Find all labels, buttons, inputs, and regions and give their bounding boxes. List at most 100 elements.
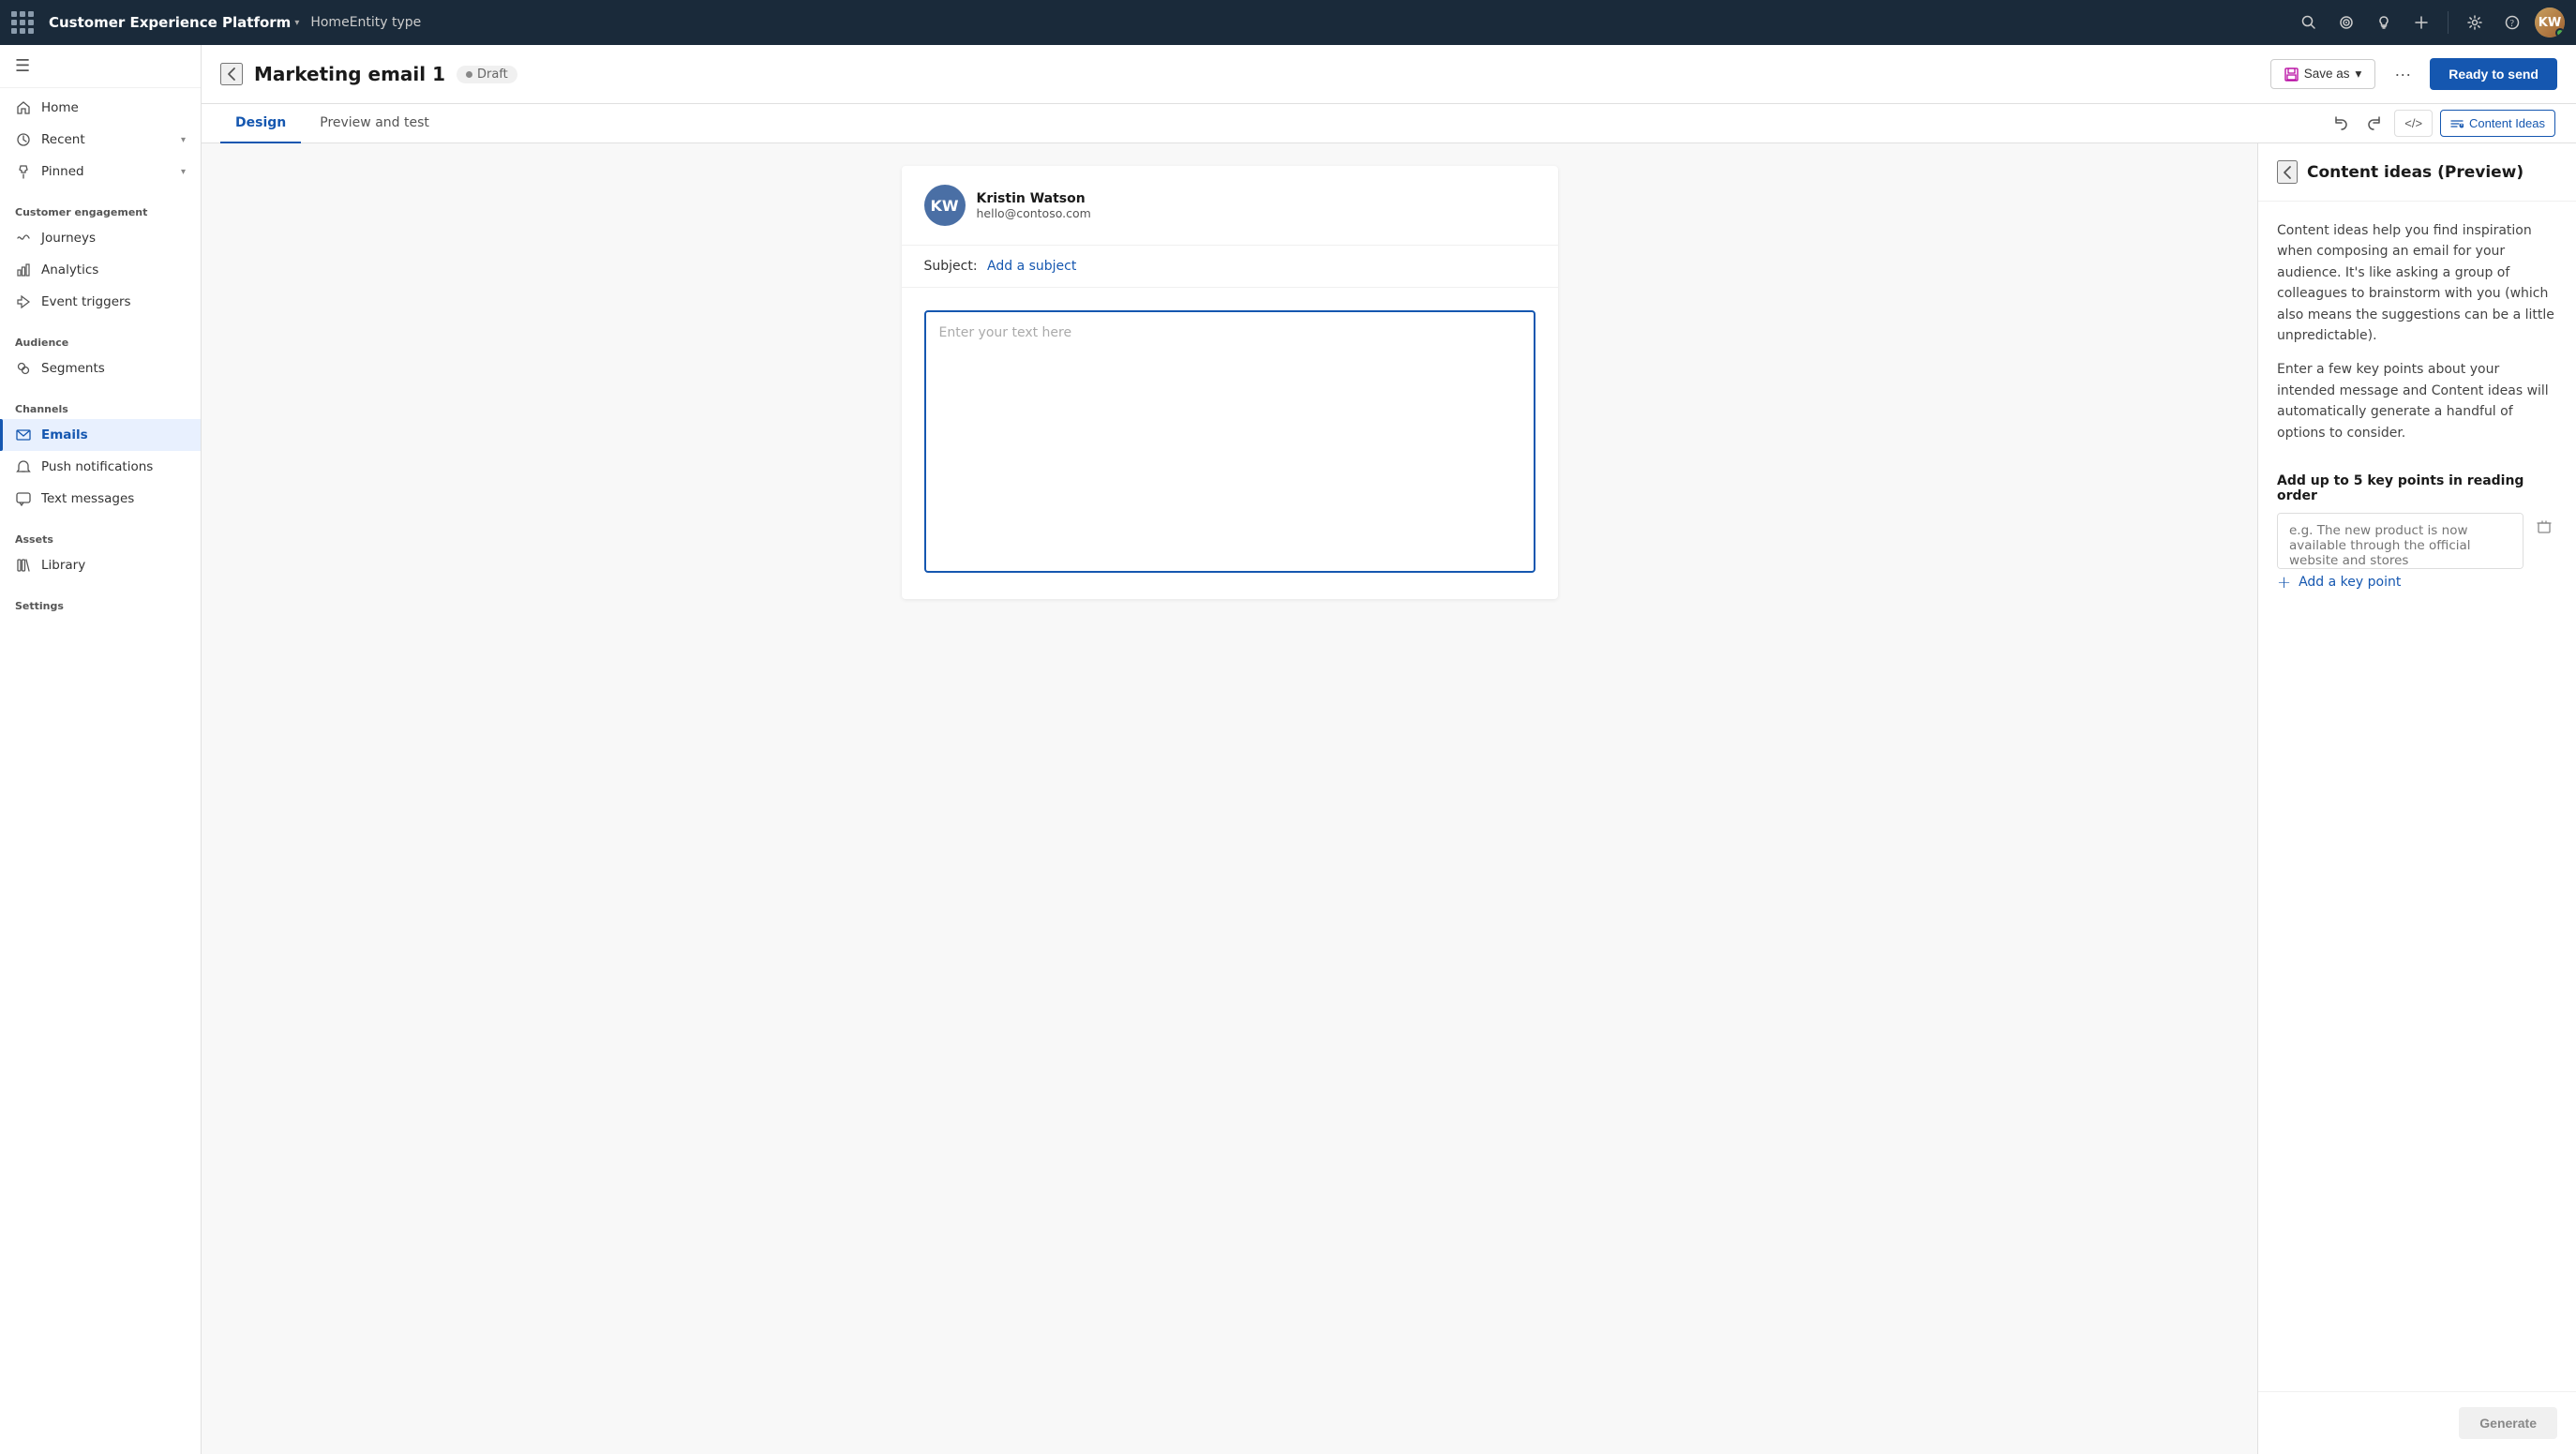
home-icon — [15, 99, 32, 116]
analytics-icon — [15, 262, 32, 278]
sidebar-item-event-triggers[interactable]: Event triggers — [0, 286, 201, 318]
save-as-button[interactable]: Save as ▾ — [2270, 59, 2376, 90]
more-options-button[interactable]: ··· — [2387, 59, 2419, 90]
undo-button[interactable] — [2327, 110, 2357, 138]
sidebar-section-settings: Settings — [0, 585, 201, 620]
subject-label: Subject: — [924, 259, 978, 274]
sidebar-item-pinned-label: Pinned — [41, 164, 172, 179]
sidebar-item-emails[interactable]: Emails — [0, 419, 201, 451]
ideas-panel-body: Content ideas help you find inspiration … — [2258, 202, 2576, 1391]
sidebar-section-title-audience: Audience — [0, 325, 201, 352]
redo-button[interactable] — [2359, 110, 2389, 138]
sidebar-item-text-messages[interactable]: Text messages — [0, 483, 201, 515]
sidebar-item-recent-label: Recent — [41, 132, 172, 147]
sidebar: ☰ Home Recent ▾ Pinned — [0, 45, 202, 1454]
tab-preview-test[interactable]: Preview and test — [305, 104, 444, 143]
sender-email: hello@contoso.com — [977, 206, 1535, 220]
ideas-back-button[interactable] — [2277, 160, 2298, 184]
content-ideas-label: Content Ideas — [2469, 116, 2545, 130]
event-triggers-icon — [15, 293, 32, 310]
sidebar-item-home[interactable]: Home — [0, 92, 201, 124]
key-point-input-1[interactable] — [2277, 513, 2524, 569]
target-icon[interactable] — [2331, 7, 2361, 37]
sidebar-item-segments[interactable]: Segments — [0, 352, 201, 384]
app-title: Customer Experience Platform ▾ — [49, 14, 299, 31]
sidebar-item-push-notifications[interactable]: Push notifications — [0, 451, 201, 483]
recent-chevron: ▾ — [181, 135, 186, 145]
key-point-row-1 — [2277, 513, 2557, 569]
email-body[interactable] — [902, 288, 1558, 599]
recent-icon — [15, 131, 32, 148]
sidebar-section-title-channels: Channels — [0, 392, 201, 419]
page-header: Marketing email 1 Draft Save as ▾ ··· Re… — [202, 45, 2576, 104]
sidebar-item-journeys-label: Journeys — [41, 231, 186, 246]
code-view-label: </> — [2404, 116, 2422, 130]
generate-button[interactable]: Generate — [2459, 1407, 2557, 1439]
sender-info: Kristin Watson hello@contoso.com — [977, 191, 1535, 220]
sender-avatar: KW — [924, 185, 966, 226]
editor-area: KW Kristin Watson hello@contoso.com Subj… — [202, 143, 2576, 1454]
tab-design[interactable]: Design — [220, 104, 301, 143]
sidebar-section-title-assets: Assets — [0, 522, 201, 549]
sidebar-item-pinned[interactable]: Pinned ▾ — [0, 156, 201, 187]
app-grid-icon[interactable] — [11, 11, 34, 34]
sidebar-item-segments-label: Segments — [41, 361, 186, 376]
segments-icon — [15, 360, 32, 377]
settings-icon[interactable] — [2460, 7, 2490, 37]
page-title: Marketing email 1 — [254, 63, 445, 85]
sidebar-section-assets: Assets Library — [0, 518, 201, 585]
sidebar-item-event-triggers-label: Event triggers — [41, 294, 186, 309]
draft-dot — [466, 71, 472, 78]
add-key-point-label: Add a key point — [2299, 575, 2401, 590]
sidebar-item-analytics[interactable]: Analytics — [0, 254, 201, 286]
content-ideas-icon — [2450, 116, 2464, 131]
content-area: Marketing email 1 Draft Save as ▾ ··· Re… — [202, 45, 2576, 1454]
emails-icon — [15, 427, 32, 443]
text-messages-icon — [15, 490, 32, 507]
push-notifications-icon — [15, 458, 32, 475]
journeys-icon — [15, 230, 32, 247]
sidebar-item-push-notifications-label: Push notifications — [41, 459, 186, 474]
add-subject-link[interactable]: Add a subject — [987, 259, 1076, 274]
add-key-point-button[interactable]: + Add a key point — [2277, 569, 2557, 596]
search-icon[interactable] — [2294, 7, 2324, 37]
draft-badge: Draft — [457, 66, 517, 83]
sidebar-item-recent[interactable]: Recent ▾ — [0, 124, 201, 156]
sidebar-item-analytics-label: Analytics — [41, 262, 186, 277]
save-as-chevron: ▾ — [2356, 67, 2362, 82]
content-ideas-button[interactable]: Content Ideas — [2440, 110, 2555, 138]
avatar[interactable]: KW — [2535, 7, 2565, 37]
svg-text:?: ? — [2510, 19, 2515, 29]
back-button[interactable] — [220, 63, 243, 85]
email-body-input[interactable] — [924, 310, 1535, 573]
sidebar-item-journeys[interactable]: Journeys — [0, 222, 201, 254]
app-title-chevron[interactable]: ▾ — [294, 18, 299, 28]
ideas-panel-title: Content ideas (Preview) — [2307, 163, 2524, 182]
sidebar-section-customer-engagement: Customer engagement Journeys Analytics E… — [0, 191, 201, 322]
save-as-label: Save as — [2304, 67, 2350, 81]
add-key-point-plus: + — [2277, 573, 2291, 592]
sidebar-section-channels: Channels Emails Push notifications Text … — [0, 388, 201, 518]
entity-type: HomeEntity type — [310, 15, 421, 30]
plus-icon[interactable] — [2406, 7, 2436, 37]
sidebar-section-audience: Audience Segments — [0, 322, 201, 388]
sidebar-item-library[interactable]: Library — [0, 549, 201, 581]
sender-name: Kristin Watson — [977, 191, 1535, 206]
key-points-section: Add up to 5 key points in reading order … — [2277, 473, 2557, 596]
tabs-bar: Design Preview and test </> Content Idea… — [202, 104, 2576, 143]
sidebar-section-title-settings: Settings — [0, 589, 201, 616]
key-point-delete-button-1[interactable] — [2531, 513, 2557, 541]
sidebar-toggle-icon[interactable]: ☰ — [15, 56, 30, 76]
sidebar-top-section: Home Recent ▾ Pinned ▾ — [0, 88, 201, 191]
top-bar: Customer Experience Platform ▾ HomeEntit… — [0, 0, 2576, 45]
code-view-button[interactable]: </> — [2394, 110, 2433, 137]
ideas-panel-header: Content ideas (Preview) — [2258, 143, 2576, 202]
sidebar-item-text-messages-label: Text messages — [41, 491, 186, 506]
sidebar-item-emails-label: Emails — [41, 427, 186, 442]
save-icon — [2284, 67, 2299, 82]
ready-to-send-button[interactable]: Ready to send — [2430, 58, 2557, 90]
lightbulb-icon[interactable] — [2369, 7, 2399, 37]
ideas-panel-footer: Generate — [2258, 1391, 2576, 1454]
sidebar-item-home-label: Home — [41, 100, 186, 115]
help-icon[interactable]: ? — [2497, 7, 2527, 37]
